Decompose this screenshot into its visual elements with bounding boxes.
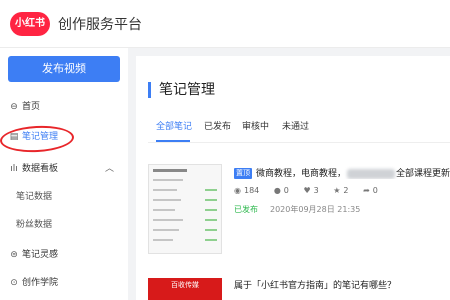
- note-title-text: 全部课程更新: [396, 169, 450, 179]
- sidebar-item-label: 笔记灵感: [22, 250, 59, 260]
- platform-title: 创作服务平台: [58, 17, 142, 33]
- tab-published[interactable]: 已发布: [204, 118, 231, 136]
- thumbnail-detail: [205, 189, 217, 191]
- thumbnail-detail: [153, 229, 179, 231]
- publish-time: 2020年09月28日 21:35: [270, 205, 361, 214]
- shares-count: 0: [372, 186, 378, 195]
- thumbnail-detail: [205, 209, 217, 211]
- chevron-up-icon: ︿: [104, 164, 114, 174]
- thumbnail-detail: [153, 189, 177, 191]
- thumbnail-detail: [153, 199, 181, 201]
- note-title-text: 微商教程，电商教程，: [256, 169, 347, 179]
- thumbnail-detail: [153, 179, 183, 181]
- app-logo[interactable]: 小红书: [10, 12, 50, 36]
- collects-stat: ★ 2: [333, 186, 348, 195]
- sidebar-item-label: 粉丝数据: [16, 220, 53, 230]
- eye-icon: ◉: [234, 186, 241, 195]
- home-icon: ⊖: [10, 102, 18, 112]
- thumbnail-detail: [205, 199, 217, 201]
- sidebar-item-note-data[interactable]: 笔记数据: [0, 186, 128, 208]
- thumbnail-detail: [205, 229, 217, 231]
- thumbnail-detail: [205, 239, 217, 241]
- sidebar-item-label: 笔记数据: [16, 192, 53, 202]
- publish-video-button[interactable]: 发布视频: [8, 56, 120, 82]
- sidebar-item-label: 创作学院: [22, 278, 59, 288]
- status-badge: 已发布: [234, 205, 258, 214]
- main-panel: 笔记管理 全部笔记 已发布 审核中 未通过 置顶 微商教程，电商教程， 全部课程更…: [136, 56, 450, 300]
- note-thumbnail[interactable]: [148, 164, 222, 254]
- top-bar: 小红书 创作服务平台: [0, 0, 450, 48]
- likes-stat: ♥ 3: [303, 186, 318, 195]
- comments-stat: ● 0: [274, 186, 289, 195]
- thumbnail-detail: [153, 219, 183, 221]
- heart-icon: ♥: [303, 186, 311, 195]
- inspiration-icon: ⊜: [10, 250, 18, 260]
- thumbnail-detail: [153, 239, 173, 241]
- views-stat: ◉ 184: [234, 186, 259, 195]
- divider: [148, 142, 450, 143]
- sidebar-item-label: 数据看板: [22, 164, 59, 174]
- tab-all-notes[interactable]: 全部笔记: [156, 118, 192, 136]
- sidebar: 发布视频 ⊖ 首页 ▤ 笔记管理 ılı 数据看板 ︿ 笔记数据 粉丝数据 ⊜ …: [0, 48, 128, 300]
- share-icon: ➦: [363, 186, 370, 195]
- likes-count: 3: [313, 186, 319, 195]
- thumbnail-detail: [153, 209, 175, 211]
- sidebar-item-creator-academy[interactable]: ⊙ 创作学院: [0, 272, 128, 294]
- academy-icon: ⊙: [10, 278, 18, 288]
- page-title: 笔记管理: [148, 82, 215, 98]
- blurred-text: [347, 168, 396, 179]
- sidebar-item-data-board[interactable]: ılı 数据看板 ︿: [0, 158, 128, 180]
- star-icon: ★: [333, 186, 341, 195]
- thumbnail-detail: [205, 219, 217, 221]
- comments-count: 0: [283, 186, 289, 195]
- note-stats: ◉ 184 ● 0 ♥ 3 ★ 2 ➦ 0: [234, 186, 390, 195]
- sidebar-item-label: 首页: [22, 102, 41, 112]
- comment-icon: ●: [273, 186, 281, 195]
- collects-count: 2: [343, 186, 349, 195]
- sidebar-item-fan-data[interactable]: 粉丝数据: [0, 214, 128, 236]
- tab-rejected[interactable]: 未通过: [282, 118, 309, 136]
- views-count: 184: [243, 186, 260, 195]
- chart-icon: ılı: [10, 164, 18, 174]
- shares-stat: ➦ 0: [363, 186, 378, 195]
- note-title[interactable]: 微商教程，电商教程， 全部课程更新: [256, 166, 450, 179]
- note-thumbnail[interactable]: 百收传媒: [148, 278, 222, 300]
- note-title[interactable]: 属于「小红书官方指南」的笔记有哪些？: [234, 278, 396, 291]
- thumbnail-detail: [153, 169, 187, 172]
- pinned-badge: 置顶: [234, 168, 252, 179]
- thumbnail-text: 百收传媒: [171, 281, 199, 289]
- sidebar-item-home[interactable]: ⊖ 首页: [0, 96, 128, 118]
- tab-under-review[interactable]: 审核中: [242, 118, 269, 136]
- sidebar-item-note-inspiration[interactable]: ⊜ 笔记灵感: [0, 244, 128, 266]
